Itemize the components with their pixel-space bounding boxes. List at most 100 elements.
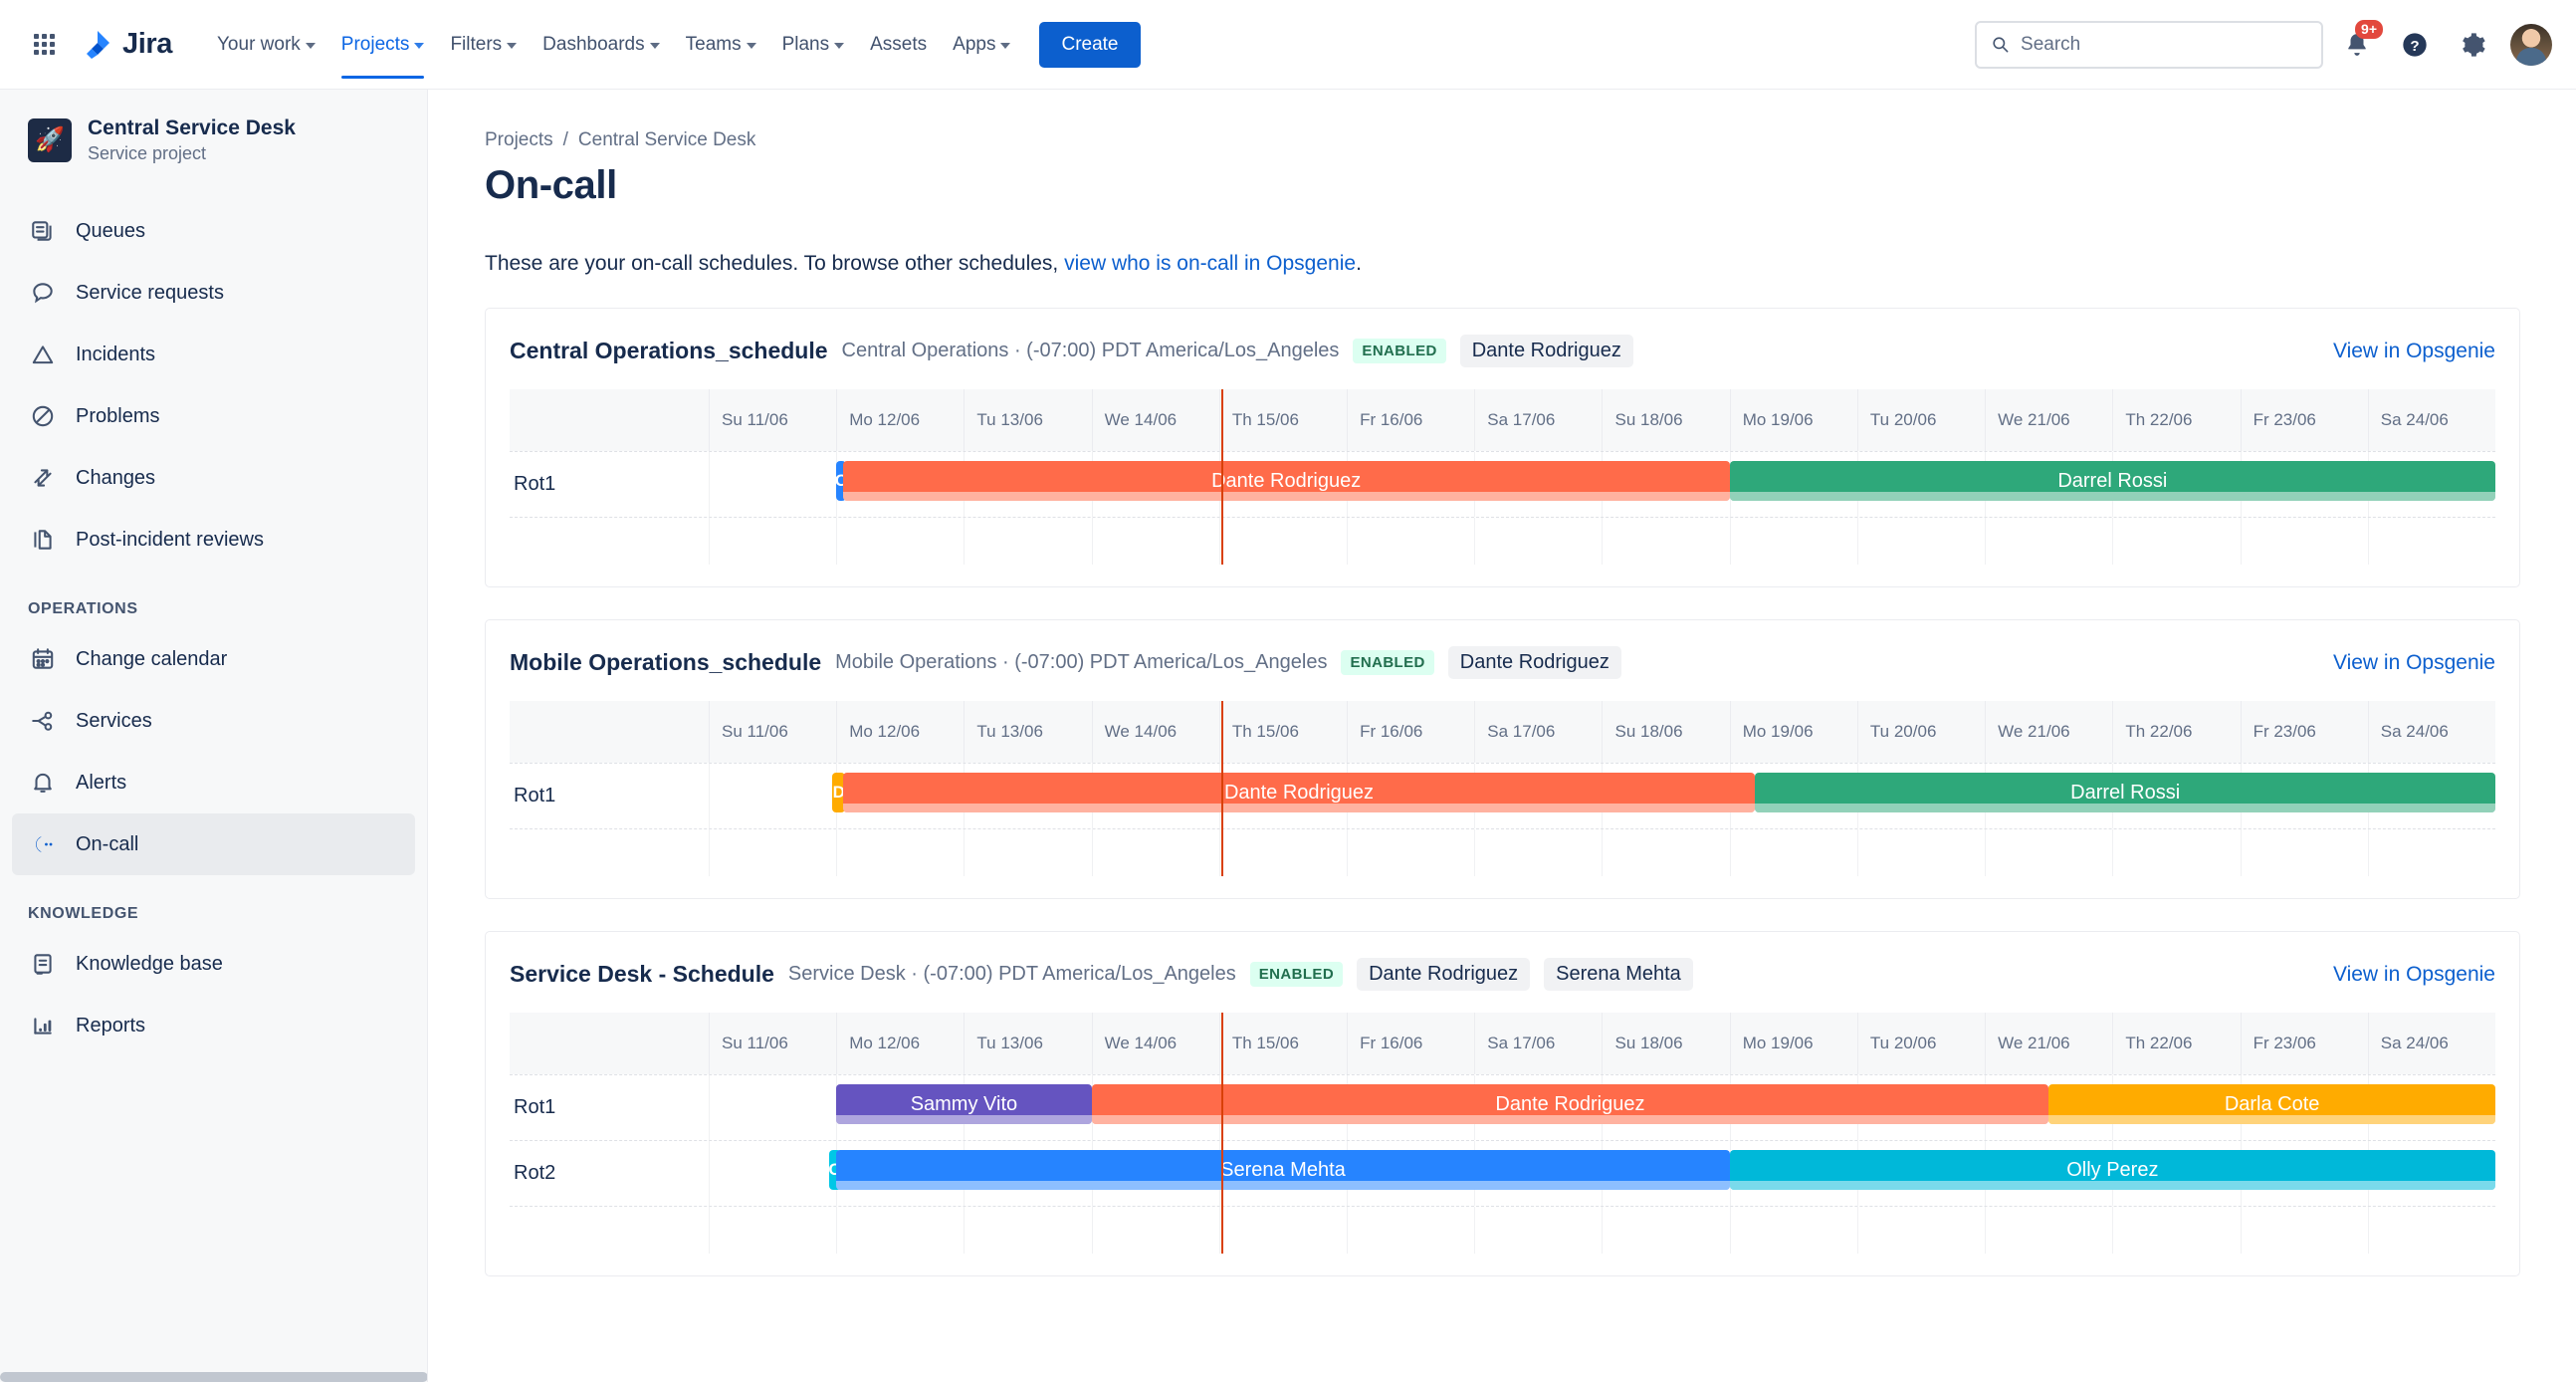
timeline-cell [2112, 518, 2240, 565]
opsgenie-browse-link[interactable]: view who is on-call in Opsgenie [1064, 252, 1356, 275]
timeline-cell [709, 829, 836, 876]
nav-assets[interactable]: Assets [859, 25, 938, 65]
sidebar-item-alerts[interactable]: Alerts [12, 752, 415, 813]
search-icon [1993, 37, 2009, 53]
sidebar-scrollbar[interactable] [0, 1372, 427, 1382]
schedule-card-header: Service Desk - Schedule Service Desk · (-… [510, 958, 2495, 991]
nav-label: Your work [217, 33, 301, 55]
shift-bar[interactable]: Sammy Vito [836, 1084, 1092, 1124]
sidebar-item-queues[interactable]: Queues [12, 200, 415, 262]
shift-label: Sammy Vito [910, 1092, 1018, 1115]
sidebar-item-incidents[interactable]: Incidents [12, 324, 415, 385]
timeline-spacer-label [510, 1207, 709, 1254]
warning-triangle-icon [28, 340, 58, 369]
search-box[interactable] [1975, 20, 2323, 69]
nav-teams[interactable]: Teams [675, 25, 767, 65]
timeline-day-header: Tu 13/06 [964, 389, 1092, 451]
shift-bar[interactable]: Dante Rodriguez [842, 461, 1730, 501]
nav-dashboards[interactable]: Dashboards [532, 25, 670, 65]
timeline-cell [1091, 1207, 1219, 1254]
sidebar-item-changes[interactable]: Changes [12, 447, 415, 509]
view-in-opsgenie-link[interactable]: View in Opsgenie [2333, 651, 2495, 675]
chevron-down-icon [746, 42, 756, 49]
shift-bar[interactable]: Olly Perez [1729, 1150, 2495, 1190]
sidebar-item-on-call[interactable]: On-call [12, 813, 415, 876]
notifications-button[interactable]: 9+ [2333, 19, 2383, 69]
timeline-date-header: Su 11/06 Mo 12/06 Tu 13/06 We 14/06 Th 15/06… [510, 1013, 2495, 1074]
timeline-cell [1347, 829, 1474, 876]
timeline-day-header: Su 18/06 [1602, 389, 1730, 451]
intro-text-after: . [1356, 252, 1362, 275]
shift-bar[interactable]: Dante Rodriguez [1091, 1084, 2049, 1124]
shift-bar[interactable]: Darrel Rossi [1755, 773, 2495, 812]
timeline-day-header: We 14/06 [1091, 1013, 1219, 1074]
timeline-cell [2367, 518, 2495, 565]
jira-home-link[interactable]: Jira [82, 28, 172, 61]
sidebar-group-operations: OPERATIONS [28, 600, 138, 618]
help-button[interactable]: ? [2391, 21, 2439, 69]
timeline-day-header: We 14/06 [1091, 389, 1219, 451]
sidebar-item-services[interactable]: Services [12, 690, 415, 752]
timeline-day-header: Mo 19/06 [1729, 1013, 1857, 1074]
sidebar-item-change-calendar[interactable]: Change calendar [12, 628, 415, 690]
schedule-card-header: Mobile Operations_schedule Mobile Operati… [510, 646, 2495, 679]
timeline-date-header: Su 11/06 Mo 12/06 Tu 13/06 We 14/06 Th 15/06… [510, 389, 2495, 451]
timeline-corner-cell [510, 701, 709, 763]
status-badge: ENABLED [1353, 339, 1446, 363]
participant-chip[interactable]: Serena Mehta [1544, 958, 1693, 991]
project-type: Service project [88, 143, 207, 164]
status-badge: ENABLED [1249, 962, 1344, 987]
timeline-rotation-row: Rot1 D Dante Rodriguez Darrel Rossi [510, 763, 2495, 828]
timeline-day-header: Mo 19/06 [1729, 701, 1857, 763]
timeline-day-header: Tu 13/06 [964, 1013, 1092, 1074]
sidebar-item-post-incident-reviews[interactable]: Post-incident reviews [12, 509, 415, 571]
timeline-cell [1856, 1207, 1985, 1254]
schedule-timeline: Su 11/06 Mo 12/06 Tu 13/06 We 14/06 Th 15/06… [510, 1013, 2495, 1254]
nav-projects[interactable]: Projects [330, 25, 436, 79]
sidebar-item-problems[interactable]: Problems [12, 385, 415, 447]
sidebar-item-label: Services [76, 709, 152, 732]
timeline-spacer-row [510, 828, 2495, 876]
timeline-cell [2367, 1207, 2495, 1254]
app-switcher-icon[interactable] [24, 25, 64, 65]
rocket-icon: 🚀 [28, 117, 72, 162]
sidebar-scrollbar-thumb[interactable] [0, 1372, 427, 1382]
nav-your-work[interactable]: Your work [206, 25, 326, 65]
settings-button[interactable] [2449, 21, 2496, 69]
shift-bar[interactable]: Serena Mehta [836, 1150, 1730, 1190]
main-content: Projects / Central Service Desk On-call … [429, 90, 2576, 1382]
create-button[interactable]: Create [1039, 21, 1141, 68]
nav-right-cluster: 9+ ? [1975, 19, 2552, 69]
timeline-day-header: Tu 20/06 [1856, 389, 1986, 451]
timeline-cell [2240, 518, 2368, 565]
svg-text:?: ? [2410, 37, 2419, 54]
shift-bar[interactable]: Dante Rodriguez [842, 773, 1756, 812]
sidebar-item-service-requests[interactable]: Service requests [12, 262, 415, 324]
nav-plans[interactable]: Plans [771, 25, 856, 65]
user-avatar[interactable] [2510, 23, 2552, 66]
sidebar-item-knowledge-base[interactable]: Knowledge base [12, 933, 415, 995]
nav-filters[interactable]: Filters [439, 25, 528, 65]
schedule-card: Central Operations_schedule Central Opera… [485, 308, 2520, 587]
book-icon [28, 949, 58, 979]
timeline-day-header: Sa 24/06 [2367, 701, 2495, 763]
sidebar-item-reports[interactable]: Reports [12, 995, 415, 1056]
breadcrumb-projects[interactable]: Projects [485, 129, 553, 151]
schedule-name: Central Operations_schedule [510, 338, 828, 363]
breadcrumb-central-service-desk[interactable]: Central Service Desk [578, 129, 755, 151]
shift-bar[interactable]: Darrel Rossi [1729, 461, 2495, 501]
participant-chip[interactable]: Dante Rodriguez [1459, 335, 1633, 367]
timeline-cell [836, 829, 964, 876]
participant-chip[interactable]: Dante Rodriguez [1447, 646, 1621, 679]
shift-bar[interactable]: Darla Cote [2048, 1084, 2495, 1124]
view-in-opsgenie-link[interactable]: View in Opsgenie [2333, 340, 2495, 363]
nav-apps[interactable]: Apps [942, 25, 1021, 65]
participant-chip[interactable]: Dante Rodriguez [1357, 958, 1531, 991]
view-in-opsgenie-link[interactable]: View in Opsgenie [2333, 963, 2495, 987]
timeline-day-header: Su 11/06 [709, 1013, 837, 1074]
timeline-day-header: Fr 16/06 [1347, 1013, 1475, 1074]
project-header[interactable]: 🚀 Central Service Desk Service project [0, 115, 427, 164]
timeline-day-header: We 14/06 [1091, 701, 1219, 763]
timeline-day-header: Tu 20/06 [1856, 701, 1986, 763]
search-input[interactable] [2021, 33, 2307, 56]
